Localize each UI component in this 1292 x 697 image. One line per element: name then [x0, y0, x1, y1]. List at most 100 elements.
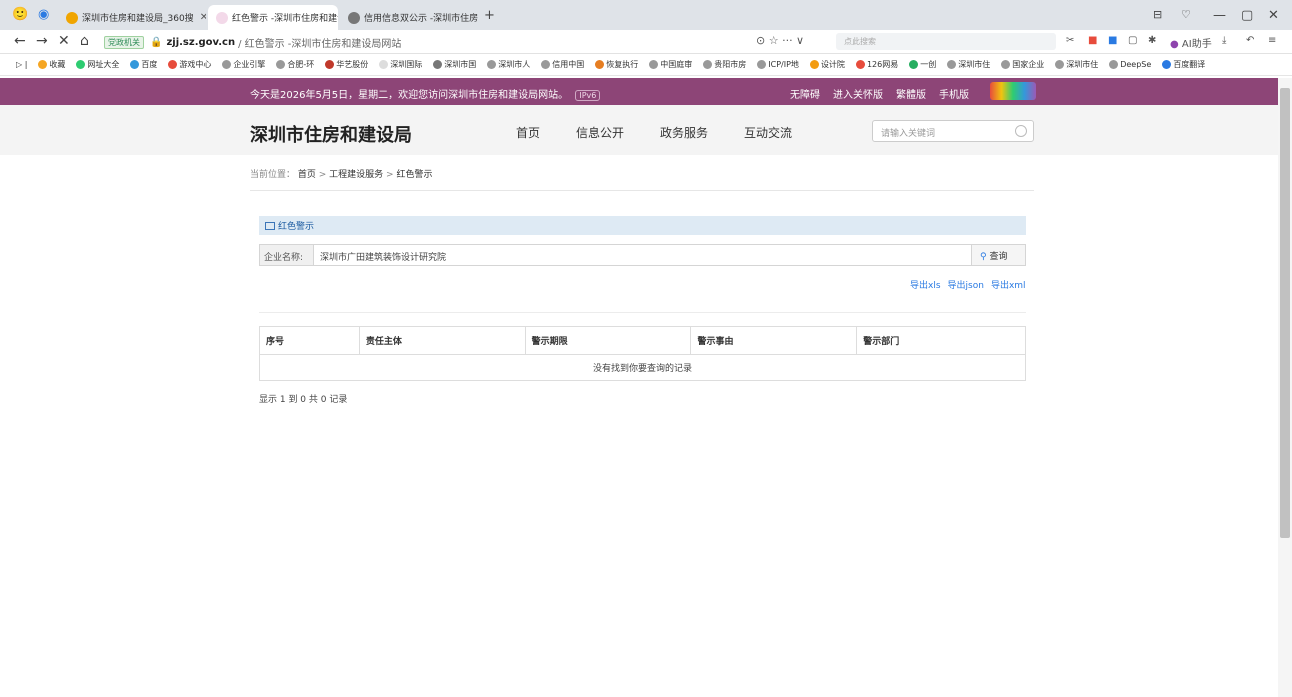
bookmark-favicon-icon — [487, 60, 497, 69]
export-xls-link[interactable]: 导出xls — [910, 278, 941, 291]
gov-badge: 党政机关 — [104, 36, 144, 49]
nav-gov-services[interactable]: 政务服务 — [660, 124, 708, 141]
col-index[interactable]: 序号 — [259, 326, 360, 355]
export-json-link[interactable]: 导出json — [948, 278, 984, 291]
browser-search-input[interactable]: 点此搜索 — [836, 33, 1056, 50]
bookmark-item[interactable]: 深圳市住 — [947, 59, 990, 70]
bookmark-favicon-icon — [222, 60, 232, 69]
bookmark-item[interactable]: 中国庭审 — [649, 59, 692, 70]
bookmark-favicon-icon — [325, 60, 335, 69]
bookmark-item[interactable]: 恢复执行 — [595, 59, 638, 70]
bookmark-item[interactable]: 百度翻译 — [1162, 59, 1205, 70]
col-department[interactable]: 警示部门 — [856, 326, 1026, 355]
tab-label: 红色警示 -深圳市住房和建设 — [232, 14, 338, 24]
col-period[interactable]: 警示期限 — [524, 326, 692, 355]
traditional-chinese-link[interactable]: 繁體版 — [896, 86, 926, 101]
close-icon[interactable]: ✕ — [200, 12, 206, 23]
download-icon[interactable]: ⤓ — [1222, 35, 1226, 46]
cut-icon[interactable]: ✂ — [1066, 35, 1074, 46]
tab-credit-info[interactable]: 信用信息双公示 -深圳市住房 ✕ — [340, 5, 480, 30]
breadcrumb-engineering[interactable]: 工程建设服务 — [329, 170, 383, 180]
undo-icon[interactable]: ↶ — [1246, 35, 1254, 46]
ai-assistant-button[interactable]: ● AI助手 — [1170, 35, 1212, 50]
bookmark-item[interactable]: 网址大全 — [76, 59, 119, 70]
tab-search[interactable]: 深圳市住房和建设局_360搜 ✕ — [58, 5, 206, 30]
bookmark-item[interactable]: 一创 — [909, 59, 936, 70]
bookmark-item[interactable]: 合肥-环 — [276, 59, 314, 70]
scrollbar-thumb[interactable] — [1280, 88, 1290, 538]
care-mode-link[interactable]: 进入关怀版 — [833, 86, 883, 101]
menu-icon[interactable]: ≡ — [1268, 35, 1276, 46]
panel-title: 红色警示 — [278, 222, 315, 232]
bookmark-label: 百度翻译 — [1173, 60, 1206, 69]
bookmark-item[interactable]: 126网易 — [855, 59, 898, 70]
bookmark-item[interactable]: 深圳市国 — [433, 59, 476, 70]
back-icon[interactable]: ← — [14, 33, 26, 49]
export-links: 导出xls 导出json 导出xml — [910, 278, 1026, 291]
col-reason[interactable]: 警示事由 — [690, 326, 858, 355]
minimize-icon[interactable]: — — [1213, 8, 1226, 23]
new-tab-icon[interactable]: + — [484, 8, 495, 23]
bookmark-label: 中国庭审 — [660, 60, 693, 69]
bookmark-item[interactable]: ICP/IP地 — [757, 59, 799, 70]
col-subject[interactable]: 责任主体 — [358, 326, 526, 355]
bookmark-favicon-icon — [757, 60, 767, 69]
url-field[interactable]: 党政机关 🔒 zjj.sz.gov.cn / 红色警示 -深圳市住房和建设局网站 — [104, 35, 401, 50]
stop-icon[interactable]: ✕ — [58, 33, 70, 49]
bookmark-item[interactable]: 百度 — [130, 59, 157, 70]
bookmark-item[interactable]: 深圳市住 — [1055, 59, 1098, 70]
bookmark-item[interactable]: 游戏中心 — [168, 59, 211, 70]
search-icon[interactable] — [1015, 125, 1027, 137]
bookmark-item[interactable]: 贵阳市房 — [703, 59, 746, 70]
url-actions-icon[interactable]: ⊙ ☆ ··· ∨ — [756, 34, 804, 47]
bookmark-label: 深圳市国 — [444, 60, 477, 69]
forward-icon[interactable]: → — [36, 33, 48, 49]
nav-info-disclosure[interactable]: 信息公开 — [576, 124, 624, 141]
game-icon[interactable]: ■ — [1088, 35, 1097, 46]
bookmark-label: DeepSe — [1120, 60, 1152, 69]
table-header-row: 序号 责任主体 警示期限 警示事由 警示部门 — [259, 326, 1026, 355]
breadcrumb-home[interactable]: 首页 — [298, 170, 316, 180]
sidebar-toggle-icon[interactable]: ▷ | — [16, 60, 27, 69]
shield-icon[interactable]: ◉ — [38, 7, 49, 22]
scrollbar[interactable] — [1278, 78, 1292, 697]
window-icon[interactable]: ▢ — [1128, 35, 1137, 46]
bookmark-item[interactable]: 设计院 — [809, 59, 845, 70]
nav-home[interactable]: 首页 — [516, 124, 540, 141]
bookmark-favicon-icon — [76, 60, 86, 69]
bookmark-label: 一创 — [920, 60, 937, 69]
bookmark-item[interactable]: 国家企业 — [1001, 59, 1044, 70]
export-xml-link[interactable]: 导出xml — [991, 278, 1026, 291]
screenshot-icon[interactable]: ■ — [1108, 35, 1117, 46]
bookmark-item[interactable]: 收藏 — [38, 59, 65, 70]
maximize-icon[interactable]: ▢ — [1241, 8, 1253, 23]
bookmark-item[interactable]: 深圳市人 — [487, 59, 530, 70]
pagination-info: 显示 1 到 0 共 0 记录 — [259, 395, 348, 405]
nav-interaction[interactable]: 互动交流 — [744, 124, 792, 141]
bookmark-item[interactable]: 深圳国际 — [379, 59, 422, 70]
bookmark-item[interactable]: 信用中国 — [541, 59, 584, 70]
site-search-input[interactable]: 请输入关键词 — [872, 120, 1034, 142]
extension-icon[interactable]: ✱ — [1148, 35, 1156, 46]
browser-logo-icon[interactable]: 🙂 — [12, 7, 28, 22]
accessibility-link[interactable]: 无障碍 — [790, 86, 820, 101]
bookmark-favicon-icon — [947, 60, 957, 69]
site-name[interactable]: 深圳市住房和建设局 — [250, 121, 412, 147]
query-button[interactable]: ⚲ 查询 — [971, 245, 1025, 265]
divider — [250, 190, 1034, 191]
mobile-link[interactable]: 手机版 — [939, 86, 969, 101]
bookmark-item[interactable]: 华艺股份 — [325, 59, 368, 70]
skin-icon[interactable]: ♡ — [1181, 8, 1191, 21]
company-name-input[interactable]: 深圳市广田建筑装饰设计研究院 — [320, 250, 446, 263]
bookmark-item[interactable]: DeepSe — [1109, 60, 1151, 69]
rainbow-logo[interactable] — [990, 82, 1036, 100]
home-icon[interactable]: ⌂ — [80, 33, 89, 49]
close-window-icon[interactable]: ✕ — [1268, 8, 1279, 23]
bookmark-favicon-icon — [433, 60, 443, 69]
bookmark-item[interactable]: 企业引擎 — [222, 59, 265, 70]
tab-red-warning[interactable]: 红色警示 -深圳市住房和建设 ✕ — [208, 5, 338, 30]
bookmark-label: 恢复执行 — [606, 60, 639, 69]
bookmark-label: 深圳市住 — [1066, 60, 1099, 69]
tab-list-icon[interactable]: ⊟ — [1153, 8, 1162, 21]
bookmark-favicon-icon — [1055, 60, 1065, 69]
